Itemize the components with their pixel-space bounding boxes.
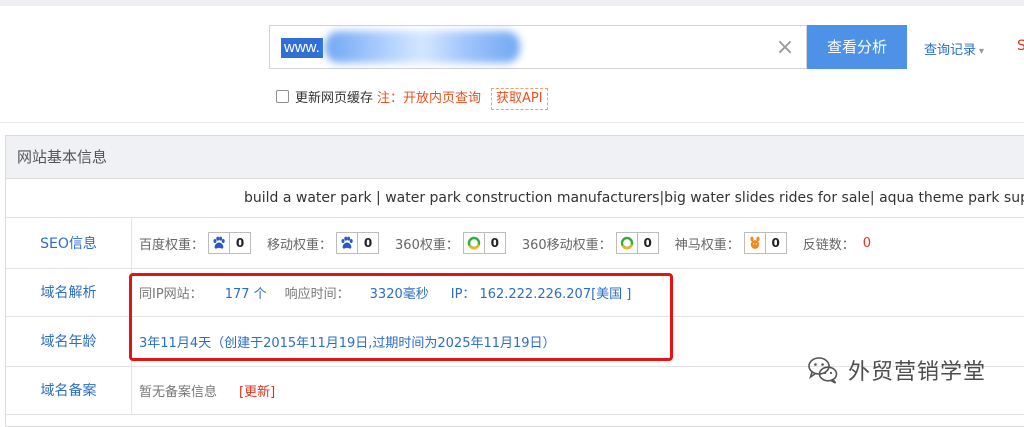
- divider: [0, 122, 1024, 123]
- get-api-link[interactable]: 获取API: [491, 88, 548, 110]
- top-strip: [0, 0, 1024, 6]
- dns-row: 域名解析 同IP网站： 177 个 响应时间： 3320毫秒 IP： 162.2…: [6, 268, 1024, 317]
- analyze-button[interactable]: 查看分析: [807, 25, 907, 69]
- query-history-dropdown[interactable]: 查询记录 ▾: [924, 39, 984, 58]
- icp-value: 暂无备案信息: [139, 384, 218, 400]
- mobile-rank-label: 移动权重：: [267, 237, 333, 253]
- ip-label: IP：: [450, 286, 476, 302]
- wechat-watermark: 外贸营销学堂: [806, 350, 1006, 390]
- dns-label[interactable]: 域名解析: [6, 268, 132, 316]
- baidu-rank-label: 百度权重：: [139, 237, 205, 253]
- shenma-rank-value: 0: [764, 233, 786, 253]
- wechat-icon: [806, 353, 840, 387]
- baidu-rank-value: 0: [229, 233, 250, 253]
- backlinks-label: 反链数：: [802, 237, 855, 253]
- domain-age-value[interactable]: 3年11月4天（创建于2015年11月19日,过期时间为2025年11月19日）: [139, 332, 556, 351]
- 360-icon: [617, 233, 637, 253]
- shenma-rank-badge[interactable]: 0: [743, 232, 787, 254]
- same-ip-value[interactable]: 177 个: [225, 283, 267, 302]
- 360-icon: [464, 233, 484, 253]
- mobile-rank-value: 0: [357, 233, 378, 253]
- watermark-text: 外贸营销学堂: [848, 360, 987, 385]
- rank-360-value: 0: [483, 233, 505, 253]
- same-ip-label: 同IP网站：: [139, 286, 203, 302]
- cache-checkbox[interactable]: [276, 90, 289, 103]
- cutoff-link[interactable]: S: [1017, 38, 1024, 54]
- options-row: 更新网页缓存 注：开放内页查询 获取API: [276, 87, 548, 110]
- inner-page-note: 注：开放内页查询: [377, 91, 482, 106]
- rank-360-mobile-badge[interactable]: 0: [615, 232, 659, 254]
- redacted-url-blur: [325, 31, 520, 63]
- paw-icon: [337, 233, 357, 253]
- rank-360-mobile-value: 0: [636, 233, 658, 253]
- mobile-rank-badge[interactable]: 0: [336, 232, 380, 254]
- rank-360-label: 360权重：: [395, 237, 459, 253]
- backlinks-value[interactable]: 0: [863, 236, 871, 251]
- cache-label: 更新网页缓存: [295, 91, 374, 106]
- rank-360-badge[interactable]: 0: [462, 232, 506, 254]
- domain-age-content: 3年11月4天（创建于2015年11月19日,过期时间为2025年11月19日）: [139, 316, 556, 366]
- clear-icon[interactable]: ×: [772, 35, 798, 61]
- ip-value[interactable]: 162.222.226.207[美国 ]: [479, 283, 631, 302]
- response-time-value: 3320毫秒: [369, 286, 429, 302]
- response-time-label: 响应时间：: [284, 286, 350, 302]
- search-input-value[interactable]: www.: [281, 38, 323, 58]
- shenma-rank-label: 神马权重：: [674, 237, 740, 253]
- query-history-label: 查询记录: [924, 43, 977, 58]
- paw-icon: [209, 233, 229, 253]
- baidu-rank-badge[interactable]: 0: [208, 232, 252, 254]
- rank-360-mobile-label: 360移动权重：: [521, 237, 612, 253]
- domain-age-label[interactable]: 域名年龄: [6, 316, 132, 366]
- seo-label[interactable]: SEO信息: [6, 218, 132, 268]
- icp-label[interactable]: 域名备案: [6, 366, 132, 414]
- shenma-icon: [745, 233, 765, 253]
- icp-update-link[interactable]: [更新]: [239, 381, 275, 400]
- panel-title: 网站基本信息: [6, 136, 1024, 179]
- seo-row: SEO信息 百度权重： 0 移动权重： 0 360权重： 0 360移动权重： …: [6, 218, 1024, 269]
- seo-metrics: 百度权重： 0 移动权重： 0 360权重： 0 360移动权重： 0 神马权重…: [139, 218, 871, 268]
- site-title: build a water park | water park construc…: [6, 179, 1024, 218]
- icp-content: 暂无备案信息 [更新]: [139, 366, 275, 414]
- chevron-down-icon: ▾: [979, 46, 985, 57]
- dns-content: 同IP网站： 177 个 响应时间： 3320毫秒 IP： 162.222.22…: [139, 268, 631, 316]
